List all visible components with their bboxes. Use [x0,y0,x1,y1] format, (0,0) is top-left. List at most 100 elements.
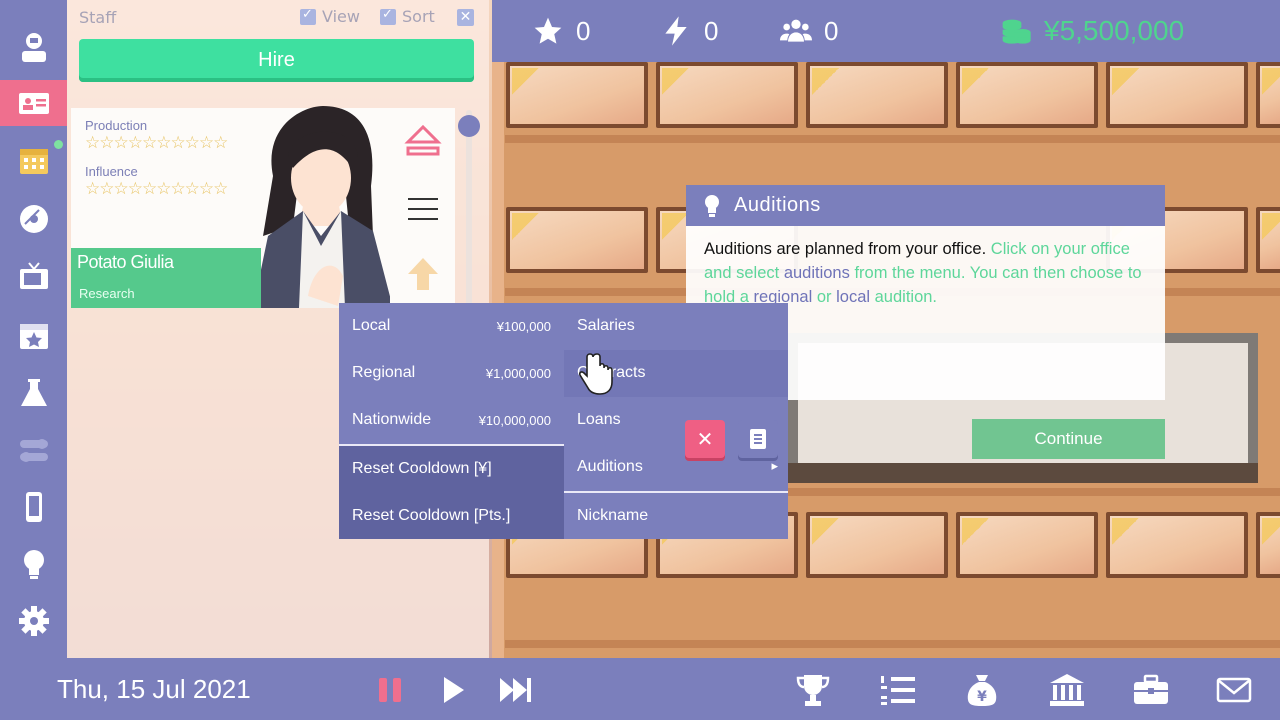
bank-button[interactable] [1047,670,1087,710]
production-stars: ☆☆☆☆☆☆☆☆☆☆ [85,133,228,153]
building-window [1256,207,1280,273]
bank-icon [1050,674,1084,706]
bottom-bar: Thu, 15 Jul 2021 ¥ [0,658,1280,720]
money-stat: ¥5,500,000 [1000,14,1184,48]
menu-item-label: Reset Cooldown [¥] [352,460,492,477]
pause-button[interactable] [370,670,410,710]
id-card-icon [18,93,49,114]
dialog-text: or [812,288,837,306]
menu-item-regional[interactable]: Regional ¥1,000,000 [339,350,564,397]
mail-icon [1216,677,1252,703]
building-window [956,512,1098,578]
sidebar-item-tv[interactable] [0,254,67,300]
office-floor [788,463,1258,483]
rankings-button[interactable] [878,670,918,710]
fans-stat: 0 [780,14,838,48]
staff-panel-title: Staff [79,8,117,27]
close-menu-button[interactable]: ✕ [685,420,725,458]
staff-name-tag: Potato Giulia Research [71,248,261,308]
dialog-text-key: Auditions are planned from your office. [704,240,987,258]
sort-toggle-label: Sort [402,7,435,26]
stars-stat: 0 [532,14,590,48]
building-window [1256,512,1280,578]
building-window [956,62,1098,128]
gear-icon [18,606,49,636]
lightbulb-icon [23,550,44,579]
influence-label: Influence [85,164,138,179]
sidebar-item-staff[interactable] [0,80,67,126]
sidebar-item-settings[interactable] [0,598,67,644]
menu-item-nationwide[interactable]: Nationwide ¥10,000,000 [339,397,564,444]
sidebar-item-events[interactable] [0,312,67,358]
menu-item-nickname[interactable]: Nickname [564,493,788,539]
close-panel-button[interactable]: ✕ [457,9,474,26]
auditions-submenu: Local ¥100,000 Regional ¥1,000,000 Natio… [339,303,564,539]
building-window [506,62,648,128]
sidebar-item-settings-toggles[interactable] [0,427,67,473]
sidebar-item-tips[interactable] [0,541,67,587]
notification-dot [54,140,63,149]
building-window [1106,512,1248,578]
top-status-bar: 0 0 0 ¥5,500,000 [492,0,1280,62]
sidebar-item-research[interactable] [0,370,67,416]
sidebar-item-producer[interactable] [0,24,67,70]
staff-list-scrollbar[interactable] [466,110,472,305]
achievements-button[interactable] [793,670,833,710]
sidebar-item-phone[interactable] [0,484,67,530]
menu-item-reset-cooldown-yen[interactable]: Reset Cooldown [¥] [339,446,564,493]
submenu-arrow-icon: ▸ [771,458,778,473]
mail-button[interactable] [1214,670,1254,710]
menu-item-label: Loans [577,411,621,428]
continue-button[interactable]: Continue [972,419,1165,459]
money-bag-icon: ¥ [967,675,997,706]
fans-icon [780,19,812,42]
floor-divider [505,135,1280,143]
hand-cursor-icon [579,353,613,395]
toggle-icon [19,439,48,462]
user-profile-icon [21,33,46,62]
scrollbar-thumb[interactable] [458,115,480,137]
floor-divider [505,640,1280,648]
building-window [1106,62,1248,128]
menu-icon[interactable] [406,196,440,222]
menu-item-local[interactable]: Local ¥100,000 [339,303,564,350]
phone-icon [25,492,42,522]
left-sidebar [0,0,67,658]
menu-item-reset-cooldown-pts[interactable]: Reset Cooldown [Pts.] [339,493,564,539]
event-calendar-icon [19,324,48,349]
staff-name: Potato Giulia [77,252,174,272]
dialog-highlight-auditions: auditions [783,264,850,282]
energy-value: 0 [704,15,719,46]
eject-icon[interactable] [404,124,442,158]
menu-item-label: Salaries [577,317,635,334]
info-book-button[interactable] [738,420,778,458]
menu-item-label: Local [352,317,391,334]
ranking-list-icon [881,676,915,705]
dialog-title: Auditions [734,194,821,216]
menu-item-salaries[interactable]: Salaries [564,303,788,350]
finances-button[interactable]: ¥ [962,670,1002,710]
menu-item-price: ¥1,000,000 [485,366,551,381]
fast-forward-button[interactable] [495,670,535,710]
hire-button[interactable]: Hire [79,39,474,82]
sort-toggle[interactable]: Sort [380,7,435,26]
menu-item-price: ¥100,000 [496,319,551,334]
play-icon [444,677,464,703]
building-window [806,512,948,578]
menu-item-price: ¥10,000,000 [478,413,551,428]
sidebar-item-media[interactable] [0,196,67,242]
money-value: ¥5,500,000 [1044,15,1185,46]
dialog-message: Auditions are planned from your office. … [704,237,1149,309]
menu-item-label: Reset Cooldown [Pts.] [352,507,511,524]
lightbulb-icon [705,195,719,217]
view-toggle[interactable]: View [300,7,360,26]
business-button[interactable] [1131,670,1171,710]
promote-arrow-icon[interactable] [406,256,440,292]
briefcase-icon [1134,674,1168,704]
current-date: Thu, 15 Jul 2021 [57,674,251,704]
staff-card[interactable]: Production ☆☆☆☆☆☆☆☆☆☆ Influence ☆☆☆☆☆☆☆☆… [71,106,393,308]
building-window [806,62,948,128]
coins-icon [1002,19,1031,44]
play-button[interactable] [433,670,473,710]
production-label: Production [85,118,148,133]
